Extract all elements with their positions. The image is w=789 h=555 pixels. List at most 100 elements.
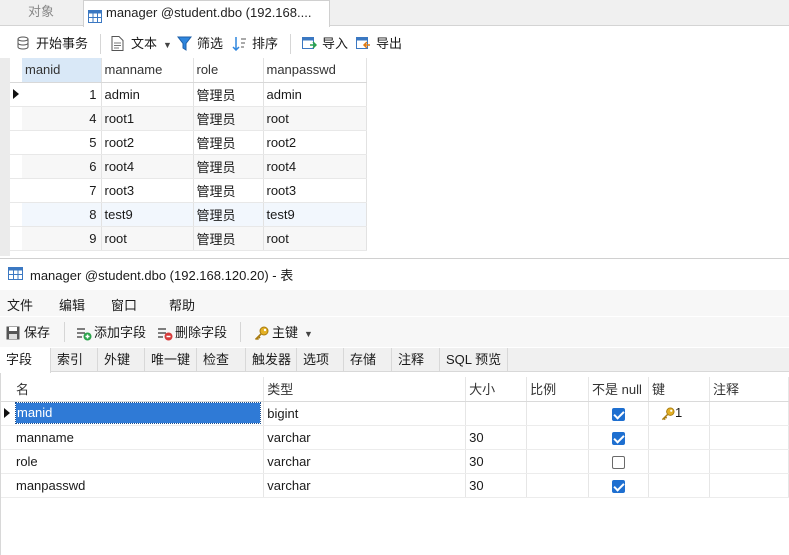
grid-cell[interactable]: root4	[101, 154, 194, 179]
begin-transaction-button[interactable]: 开始事务	[16, 33, 88, 55]
grid-cell[interactable]: 管理员	[193, 226, 264, 251]
grid-cell[interactable]: root	[263, 226, 367, 251]
grid-cell[interactable]: 9	[22, 226, 102, 251]
field-name-cell[interactable]: manid	[12, 401, 265, 426]
grid-cell[interactable]: 管理员	[193, 178, 264, 203]
chevron-down-icon[interactable]: ▼	[163, 40, 172, 50]
grid-cell[interactable]: admin	[263, 82, 367, 107]
not-null-checkbox[interactable]	[612, 407, 626, 421]
grid-cell[interactable]: 1	[22, 82, 102, 107]
grid-cell[interactable]: 5	[22, 130, 102, 155]
field-type-cell[interactable]: varchar	[263, 449, 467, 474]
table-row[interactable]: 5 root2 管理员 root2	[10, 130, 367, 155]
field-scale-cell[interactable]	[526, 449, 590, 474]
field-scale-cell[interactable]	[526, 473, 590, 498]
grid-cell[interactable]: root4	[263, 154, 367, 179]
delete-field-button[interactable]: 删除字段	[155, 323, 227, 343]
grid-cell[interactable]: root1	[101, 106, 194, 131]
grid-cell[interactable]: root2	[101, 130, 194, 155]
field-size-cell[interactable]: 30	[465, 473, 528, 498]
column-header[interactable]: 注释	[709, 377, 789, 402]
field-name-cell[interactable]: manname	[12, 425, 265, 450]
tab-triggers[interactable]: 触发器	[246, 348, 297, 372]
column-header[interactable]: role	[193, 58, 264, 83]
table-row[interactable]: 9 root 管理员 root	[10, 226, 367, 251]
tab-fields[interactable]: 字段	[0, 348, 51, 373]
field-row[interactable]: manid bigint 1	[1, 401, 789, 426]
field-row[interactable]: manpasswd varchar 30	[1, 473, 789, 498]
column-header[interactable]: 键	[648, 377, 710, 402]
not-null-checkbox[interactable]	[612, 431, 626, 445]
field-comment-cell[interactable]	[709, 425, 789, 450]
tab-foreign-keys[interactable]: 外键	[98, 348, 145, 372]
column-header[interactable]: manid	[22, 58, 102, 83]
field-comment-cell[interactable]	[709, 449, 789, 474]
field-type-cell[interactable]: varchar	[263, 425, 467, 450]
grid-cell[interactable]: root	[101, 226, 194, 251]
grid-cell[interactable]: 7	[22, 178, 102, 203]
grid-cell[interactable]: root2	[263, 130, 367, 155]
grid-cell[interactable]: 管理员	[193, 106, 264, 131]
not-null-checkbox[interactable]	[612, 479, 626, 493]
grid-cell[interactable]: root3	[101, 178, 194, 203]
menu-file[interactable]: 文件	[7, 295, 33, 314]
column-header[interactable]: manname	[101, 58, 194, 83]
grid-cell[interactable]: root	[263, 106, 367, 131]
grid-cell[interactable]: 4	[22, 106, 102, 131]
export-button[interactable]: 导出	[356, 33, 402, 55]
table-row[interactable]: 7 root3 管理员 root3	[10, 178, 367, 203]
grid-cell[interactable]: 管理员	[193, 202, 264, 227]
column-header[interactable]: 大小	[465, 377, 528, 402]
tab-sql-preview[interactable]: SQL 预览	[440, 348, 508, 372]
column-header[interactable]: 类型	[263, 377, 467, 402]
add-field-button[interactable]: 添加字段	[74, 323, 146, 343]
table-row[interactable]: 6 root4 管理员 root4	[10, 154, 367, 179]
column-header[interactable]: 不是 null	[588, 377, 650, 402]
menu-edit[interactable]: 编辑	[59, 295, 85, 314]
tab-unique-keys[interactable]: 唯一键	[145, 348, 197, 372]
filter-button[interactable]: 筛选	[176, 33, 223, 55]
field-name-cell[interactable]: manpasswd	[12, 473, 265, 498]
grid-cell[interactable]: root3	[263, 178, 367, 203]
field-size-cell[interactable]: 30	[465, 425, 528, 450]
field-size-cell[interactable]: 30	[465, 449, 528, 474]
field-row[interactable]: role varchar 30	[1, 449, 789, 474]
column-header[interactable]: 名	[12, 377, 265, 402]
grid-cell[interactable]: 管理员	[193, 130, 264, 155]
table-row[interactable]: 4 root1 管理员 root	[10, 106, 367, 131]
tab-options[interactable]: 选项	[297, 348, 344, 372]
table-row[interactable]: 1 admin 管理员 admin	[10, 82, 367, 107]
import-button[interactable]: 导入	[302, 33, 348, 55]
tab-objects[interactable]: 对象	[0, 0, 82, 26]
tab-checks[interactable]: 检查	[197, 348, 246, 372]
not-null-checkbox[interactable]	[612, 455, 626, 469]
field-name-cell[interactable]: role	[12, 449, 265, 474]
column-header[interactable]: 比例	[526, 377, 590, 402]
grid-cell[interactable]: test9	[101, 202, 194, 227]
grid-cell[interactable]: 管理员	[193, 154, 264, 179]
save-button[interactable]: 保存	[4, 323, 50, 343]
menu-window[interactable]: 窗口	[111, 295, 137, 314]
field-comment-cell[interactable]	[709, 473, 789, 498]
chevron-down-icon[interactable]: ▼	[304, 329, 313, 339]
menu-help[interactable]: 帮助	[169, 295, 195, 314]
tab-storage[interactable]: 存储	[344, 348, 392, 372]
field-scale-cell[interactable]	[526, 401, 590, 426]
grid-cell[interactable]: test9	[263, 202, 367, 227]
field-size-cell[interactable]	[465, 401, 528, 426]
field-type-cell[interactable]: varchar	[263, 473, 467, 498]
column-header[interactable]: manpasswd	[263, 58, 367, 83]
field-scale-cell[interactable]	[526, 425, 590, 450]
tab-manager-table[interactable]: manager @student.dbo (192.168....	[83, 0, 330, 27]
field-comment-cell[interactable]	[709, 401, 789, 426]
grid-cell[interactable]: 8	[22, 202, 102, 227]
table-row[interactable]: 8 test9 管理员 test9	[10, 202, 367, 227]
field-row[interactable]: manname varchar 30	[1, 425, 789, 450]
grid-cell[interactable]: admin	[101, 82, 194, 107]
primary-key-button[interactable]: 主键 ▼	[252, 323, 313, 343]
tab-comment[interactable]: 注释	[392, 348, 440, 372]
sort-button[interactable]: 排序	[232, 33, 278, 55]
field-name-value[interactable]: manid	[14, 402, 262, 424]
text-view-button[interactable]: 文本 ▼	[111, 33, 172, 55]
tab-indexes[interactable]: 索引	[51, 348, 98, 372]
